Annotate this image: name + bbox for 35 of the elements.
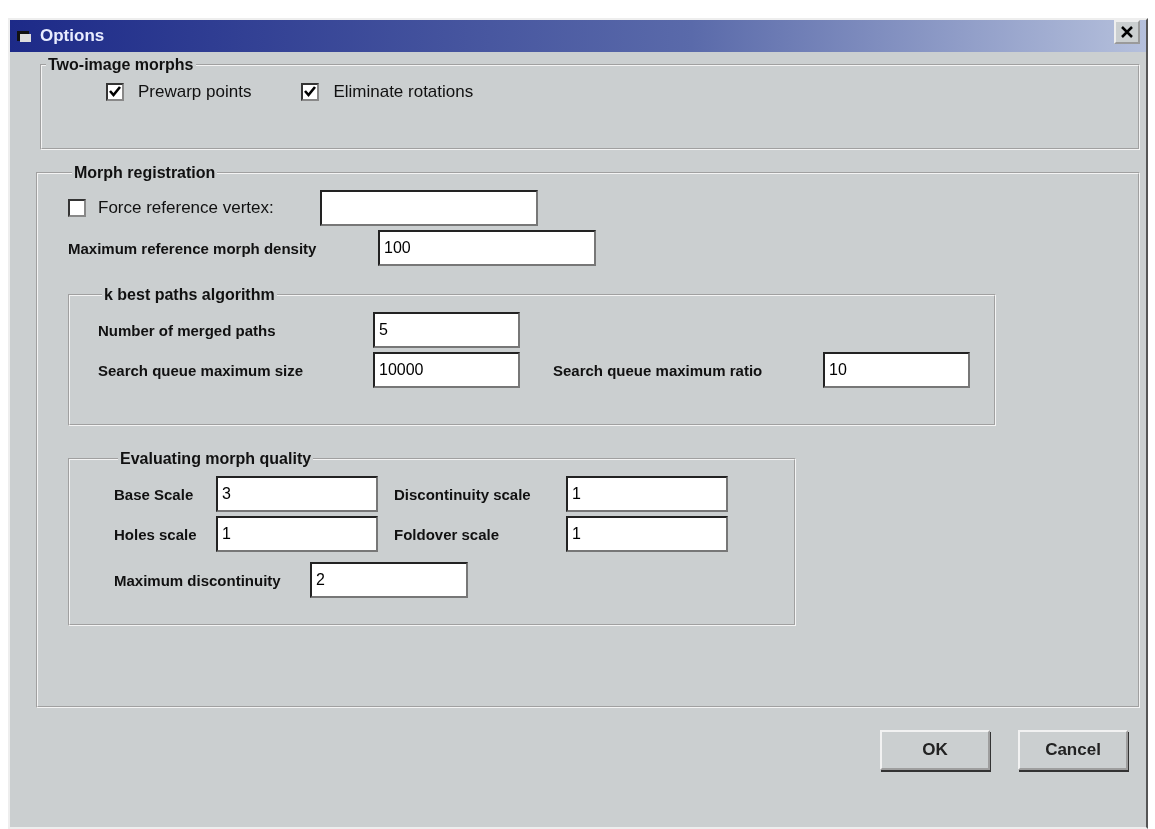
- field-label: Maximum reference morph density: [68, 239, 318, 257]
- field-label: Base Scale: [114, 485, 195, 503]
- group-label: Morph registration: [73, 164, 217, 182]
- close-button[interactable]: [1114, 20, 1140, 44]
- checkbox[interactable]: [301, 83, 320, 101]
- group-label: Evaluating morph quality: [119, 450, 313, 468]
- field-label: Foldover scale: [394, 525, 501, 543]
- field-label: Search queue maximum ratio: [553, 361, 764, 379]
- checkbox-label: Force reference vertex:: [98, 198, 275, 218]
- input-field[interactable]: 2: [310, 562, 468, 598]
- checkbox[interactable]: [68, 199, 86, 217]
- checkbox-label: Eliminate rotations: [333, 82, 474, 102]
- window-icon: [16, 29, 32, 43]
- input-field[interactable]: 1: [216, 516, 378, 552]
- field-label: Number of merged paths: [98, 321, 277, 339]
- input-field[interactable]: 10000: [373, 352, 520, 388]
- input-field[interactable]: 10: [823, 352, 970, 388]
- ok-button[interactable]: OK: [880, 730, 990, 770]
- window-title: Options: [40, 26, 106, 46]
- input-field[interactable]: 3: [216, 476, 378, 512]
- field-label: Holes scale: [114, 525, 198, 543]
- field-label: Maximum discontinuity: [114, 571, 282, 589]
- input-field[interactable]: 5: [373, 312, 520, 348]
- input-field[interactable]: 1: [566, 516, 728, 552]
- input-field[interactable]: 1: [566, 476, 728, 512]
- checkbox[interactable]: [106, 83, 124, 101]
- group-label: k best paths algorithm: [103, 286, 276, 304]
- group-label: Two-image morphs: [47, 56, 195, 74]
- cancel-button[interactable]: Cancel: [1018, 730, 1128, 770]
- close-icon: [1120, 25, 1134, 39]
- input-field[interactable]: [320, 190, 538, 226]
- field-label: Search queue maximum size: [98, 361, 305, 379]
- checkbox-label: Prewarp points: [138, 82, 252, 102]
- input-field[interactable]: 100: [378, 230, 596, 266]
- field-label: Discontinuity scale: [394, 485, 532, 503]
